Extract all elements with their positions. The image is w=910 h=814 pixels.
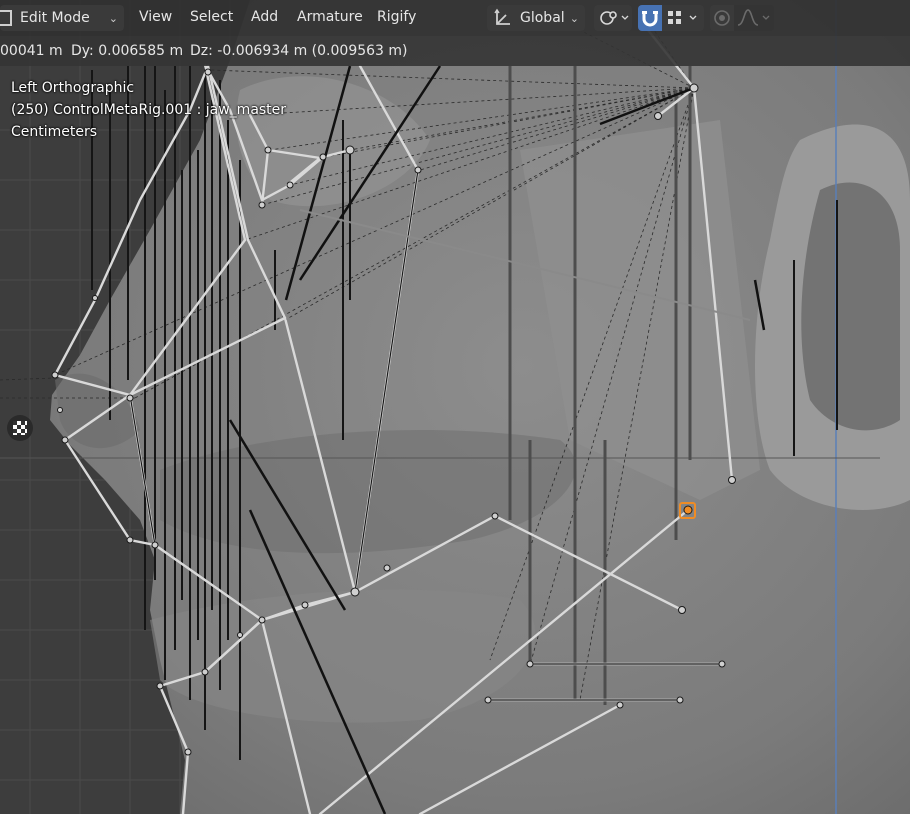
falloff-dropdown[interactable] xyxy=(734,5,774,31)
menu-add[interactable]: Add xyxy=(251,9,278,25)
snap-target-dropdown[interactable] xyxy=(662,5,704,31)
pivot-point-icon xyxy=(600,11,629,25)
transform-orientation-icon xyxy=(494,8,510,25)
object-info: (250) ControlMetaRig.001 : jaw_master xyxy=(11,102,287,118)
orientation-label: Global xyxy=(520,10,565,26)
pivot-point-dropdown[interactable] xyxy=(594,5,632,31)
status-dz: Dz: -0.006934 m (0.009563 m) xyxy=(190,43,408,59)
transform-orientation-dropdown[interactable]: Global ⌄ xyxy=(487,5,585,31)
checker-texture-icon xyxy=(13,421,27,435)
mode-label: Edit Mode xyxy=(20,10,90,26)
proportional-editing-icon xyxy=(714,10,730,26)
menu-view[interactable]: View xyxy=(139,9,172,25)
menu-armature[interactable]: Armature xyxy=(297,9,363,25)
falloff-curve-icon xyxy=(737,9,770,26)
transform-status-bar: 00041 m Dy: 0.006585 m Dz: -0.006934 m (… xyxy=(0,36,910,66)
snap-magnet-icon xyxy=(642,11,658,27)
chevron-down-icon: ⌄ xyxy=(569,11,579,25)
unit-system: Centimeters xyxy=(11,124,98,140)
chevron-down-icon: ⌄ xyxy=(108,11,118,25)
snap-increment-icon xyxy=(668,11,697,24)
armature-edit-icon xyxy=(0,10,12,26)
viewport-info-overlay: Left Orthographic (250) ControlMetaRig.0… xyxy=(11,77,286,143)
menu-rigify[interactable]: Rigify xyxy=(377,9,416,25)
mode-dropdown[interactable]: Edit Mode ⌄ xyxy=(0,5,124,31)
menu-select[interactable]: Select xyxy=(190,9,233,25)
view-name: Left Orthographic xyxy=(11,80,135,96)
status-dx: 00041 m xyxy=(0,43,63,59)
snap-toggle-button[interactable] xyxy=(638,5,662,31)
ear-inner xyxy=(801,182,900,431)
sidebar-toggle[interactable] xyxy=(7,415,33,441)
viewport-header: Edit Mode ⌄ View Select Add Armature Rig… xyxy=(0,0,910,36)
proportional-editing-toggle[interactable] xyxy=(710,5,734,31)
status-dy: Dy: 0.006585 m xyxy=(71,43,184,59)
